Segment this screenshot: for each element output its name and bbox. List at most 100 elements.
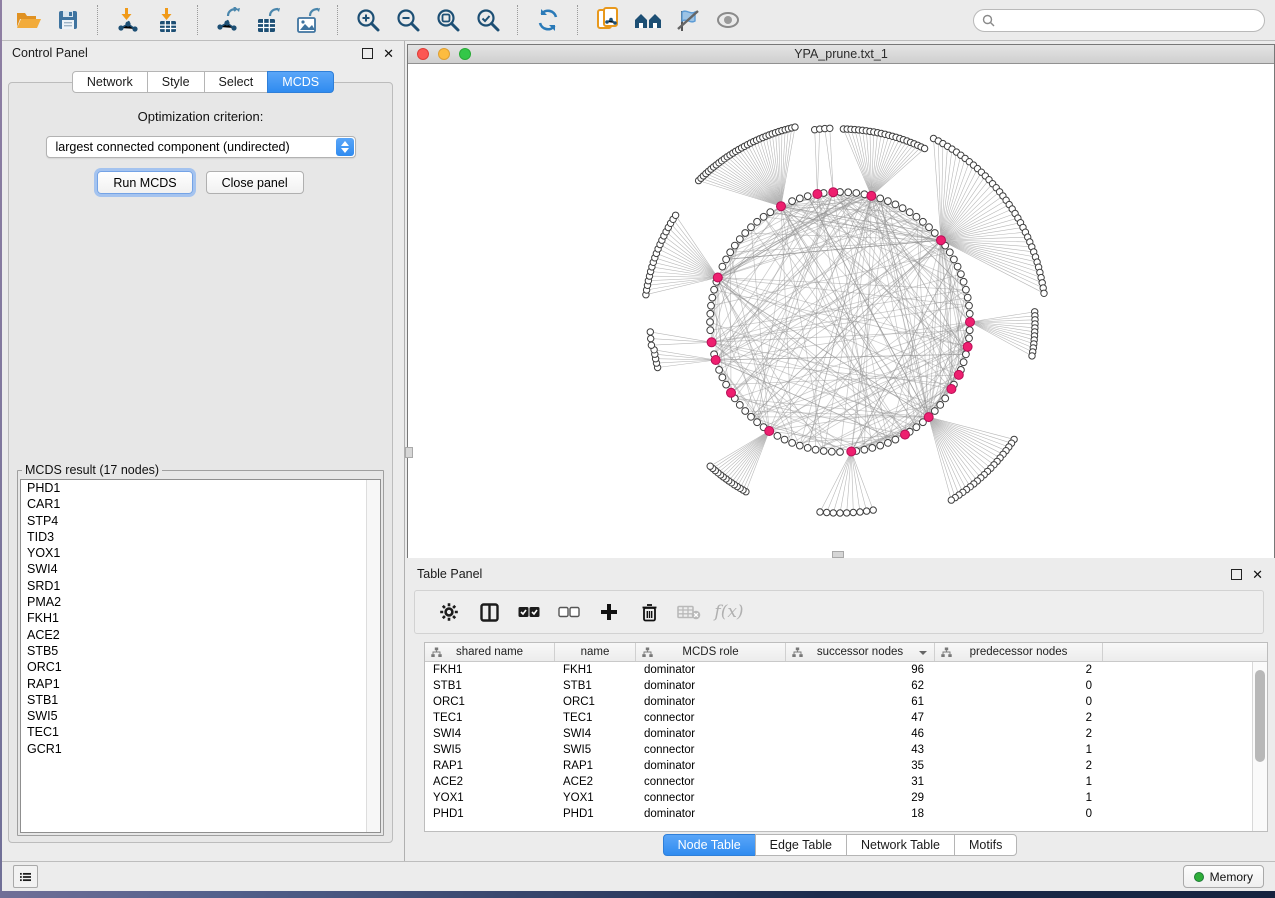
zoom-selected-icon <box>475 7 501 33</box>
attribute-type-icon <box>642 647 653 658</box>
tab-style[interactable]: Style <box>147 71 205 93</box>
column-header-shared-name[interactable]: shared name <box>425 643 555 661</box>
zoom-in-icon <box>355 7 381 33</box>
maximize-window-icon[interactable] <box>459 48 471 60</box>
table-tab-edge-table[interactable]: Edge Table <box>755 834 847 856</box>
close-panel-icon[interactable]: ✕ <box>383 49 394 58</box>
table-tab-motifs[interactable]: Motifs <box>954 834 1017 856</box>
float-table-panel-icon[interactable] <box>1231 569 1242 580</box>
mcds-result-item[interactable]: ORC1 <box>21 659 380 675</box>
tab-network[interactable]: Network <box>72 71 148 93</box>
mcds-result-item[interactable]: SWI4 <box>21 561 380 577</box>
table-row-SWI5[interactable]: SWI5SWI5connector431 <box>425 742 1253 758</box>
export-image-button[interactable] <box>288 3 328 37</box>
criterion-select[interactable]: largest connected component (undirected) <box>46 136 356 158</box>
open-file-button[interactable] <box>8 3 48 37</box>
first-neighbors-button[interactable] <box>628 3 668 37</box>
attribute-type-icon <box>941 647 952 658</box>
table-row-YOX1[interactable]: YOX1YOX1connector291 <box>425 790 1253 806</box>
delete-column-button[interactable] <box>629 594 669 630</box>
mcds-result-item[interactable]: SRD1 <box>21 578 380 594</box>
table-row-RAP1[interactable]: RAP1RAP1dominator352 <box>425 758 1253 774</box>
cell-shared-name: RAP1 <box>425 758 555 774</box>
zoom-out-button[interactable] <box>388 3 428 37</box>
checked-boxes-icon <box>518 606 540 618</box>
column-header-label: MCDS role <box>682 646 738 658</box>
mcds-result-item[interactable]: PMA2 <box>21 594 380 610</box>
close-window-icon[interactable] <box>417 48 429 60</box>
table-row-STB1[interactable]: STB1STB1dominator620 <box>425 678 1253 694</box>
tab-mcds[interactable]: MCDS <box>267 71 334 93</box>
memory-button[interactable]: Memory <box>1183 865 1264 888</box>
zoom-fit-button[interactable] <box>428 3 468 37</box>
export-network-icon <box>214 7 242 33</box>
delete-table-button[interactable] <box>669 594 709 630</box>
minimize-window-icon[interactable] <box>438 48 450 60</box>
mcds-buttons-row: Run MCDS Close panel <box>9 171 392 194</box>
export-table-button[interactable] <box>248 3 288 37</box>
show-graphics-details-button[interactable] <box>708 3 748 37</box>
column-header-MCDS-role[interactable]: MCDS role <box>636 643 786 661</box>
new-network-from-selection-button[interactable] <box>588 3 628 37</box>
column-header-name[interactable]: name <box>555 643 636 661</box>
float-panel-icon[interactable] <box>362 48 373 59</box>
save-session-button[interactable] <box>48 3 88 37</box>
task-history-button[interactable] <box>13 865 38 888</box>
network-canvas[interactable] <box>408 64 1274 558</box>
mcds-result-item[interactable]: FKH1 <box>21 610 380 626</box>
export-network-button[interactable] <box>208 3 248 37</box>
control-panel: Control Panel ✕ NetworkStyleSelectMCDS O… <box>2 41 405 861</box>
select-all-button[interactable] <box>509 594 549 630</box>
table-tab-node-table[interactable]: Node Table <box>663 834 756 856</box>
network-window-titlebar[interactable]: YPA_prune.txt_1 <box>408 45 1274 64</box>
apply-layout-button[interactable] <box>528 3 568 37</box>
table-scrollbar[interactable] <box>1252 662 1267 831</box>
network-graph[interactable] <box>408 64 1274 558</box>
mcds-result-item[interactable]: STP4 <box>21 513 380 529</box>
splitter-grip-horizontal[interactable] <box>832 551 844 558</box>
table-tab-network-table[interactable]: Network Table <box>846 834 955 856</box>
column-settings-button[interactable] <box>429 594 469 630</box>
mcds-result-item[interactable]: STB1 <box>21 692 380 708</box>
table-row-ACE2[interactable]: ACE2ACE2connector311 <box>425 774 1253 790</box>
add-column-button[interactable] <box>589 594 629 630</box>
table-row-FKH1[interactable]: FKH1FKH1dominator962 <box>425 662 1253 678</box>
mcds-result-item[interactable]: YOX1 <box>21 545 380 561</box>
deselect-all-button[interactable] <box>549 594 589 630</box>
table-row-SWI4[interactable]: SWI4SWI4dominator462 <box>425 726 1253 742</box>
close-table-panel-icon[interactable]: ✕ <box>1252 570 1263 579</box>
search-input[interactable] <box>1000 13 1256 29</box>
close-panel-button[interactable]: Close panel <box>206 171 304 194</box>
import-network-button[interactable] <box>108 3 148 37</box>
column-header-predecessor-nodes[interactable]: predecessor nodes <box>935 643 1103 661</box>
mcds-list-scrollbar[interactable] <box>366 480 380 832</box>
table-scrollbar-thumb[interactable] <box>1255 670 1265 762</box>
mcds-result-item[interactable]: GCR1 <box>21 741 380 757</box>
column-header-successor-nodes[interactable]: successor nodes <box>786 643 935 661</box>
zoom-in-button[interactable] <box>348 3 388 37</box>
mcds-result-item[interactable]: ACE2 <box>21 627 380 643</box>
tab-select[interactable]: Select <box>204 71 269 93</box>
mcds-result-item[interactable]: TID3 <box>21 529 380 545</box>
hide-selected-button[interactable] <box>668 3 708 37</box>
export-table-icon <box>254 7 282 33</box>
mcds-result-item[interactable]: PHD1 <box>21 480 380 496</box>
mcds-result-item[interactable]: RAP1 <box>21 676 380 692</box>
cell-name: PHD1 <box>555 806 636 822</box>
split-table-button[interactable] <box>469 594 509 630</box>
table-row-ORC1[interactable]: ORC1ORC1dominator610 <box>425 694 1253 710</box>
mcds-result-item[interactable]: STB5 <box>21 643 380 659</box>
table-row-TEC1[interactable]: TEC1TEC1connector472 <box>425 710 1253 726</box>
run-mcds-button[interactable]: Run MCDS <box>97 171 192 194</box>
cell-MCDS-role: connector <box>636 774 786 790</box>
mcds-result-item[interactable]: SWI5 <box>21 708 380 724</box>
mcds-result-list: PHD1CAR1STP4TID3YOX1SWI4SRD1PMA2FKH1ACE2… <box>20 479 381 833</box>
apply-function-button[interactable]: f(x) <box>709 594 749 630</box>
mcds-result-item[interactable]: TEC1 <box>21 724 380 740</box>
mcds-result-item[interactable]: CAR1 <box>21 496 380 512</box>
table-row-PHD1[interactable]: PHD1PHD1dominator180 <box>425 806 1253 822</box>
import-table-button[interactable] <box>148 3 188 37</box>
splitter-grip-vertical[interactable] <box>405 447 413 458</box>
zoom-selected-button[interactable] <box>468 3 508 37</box>
houses-icon <box>633 8 663 32</box>
